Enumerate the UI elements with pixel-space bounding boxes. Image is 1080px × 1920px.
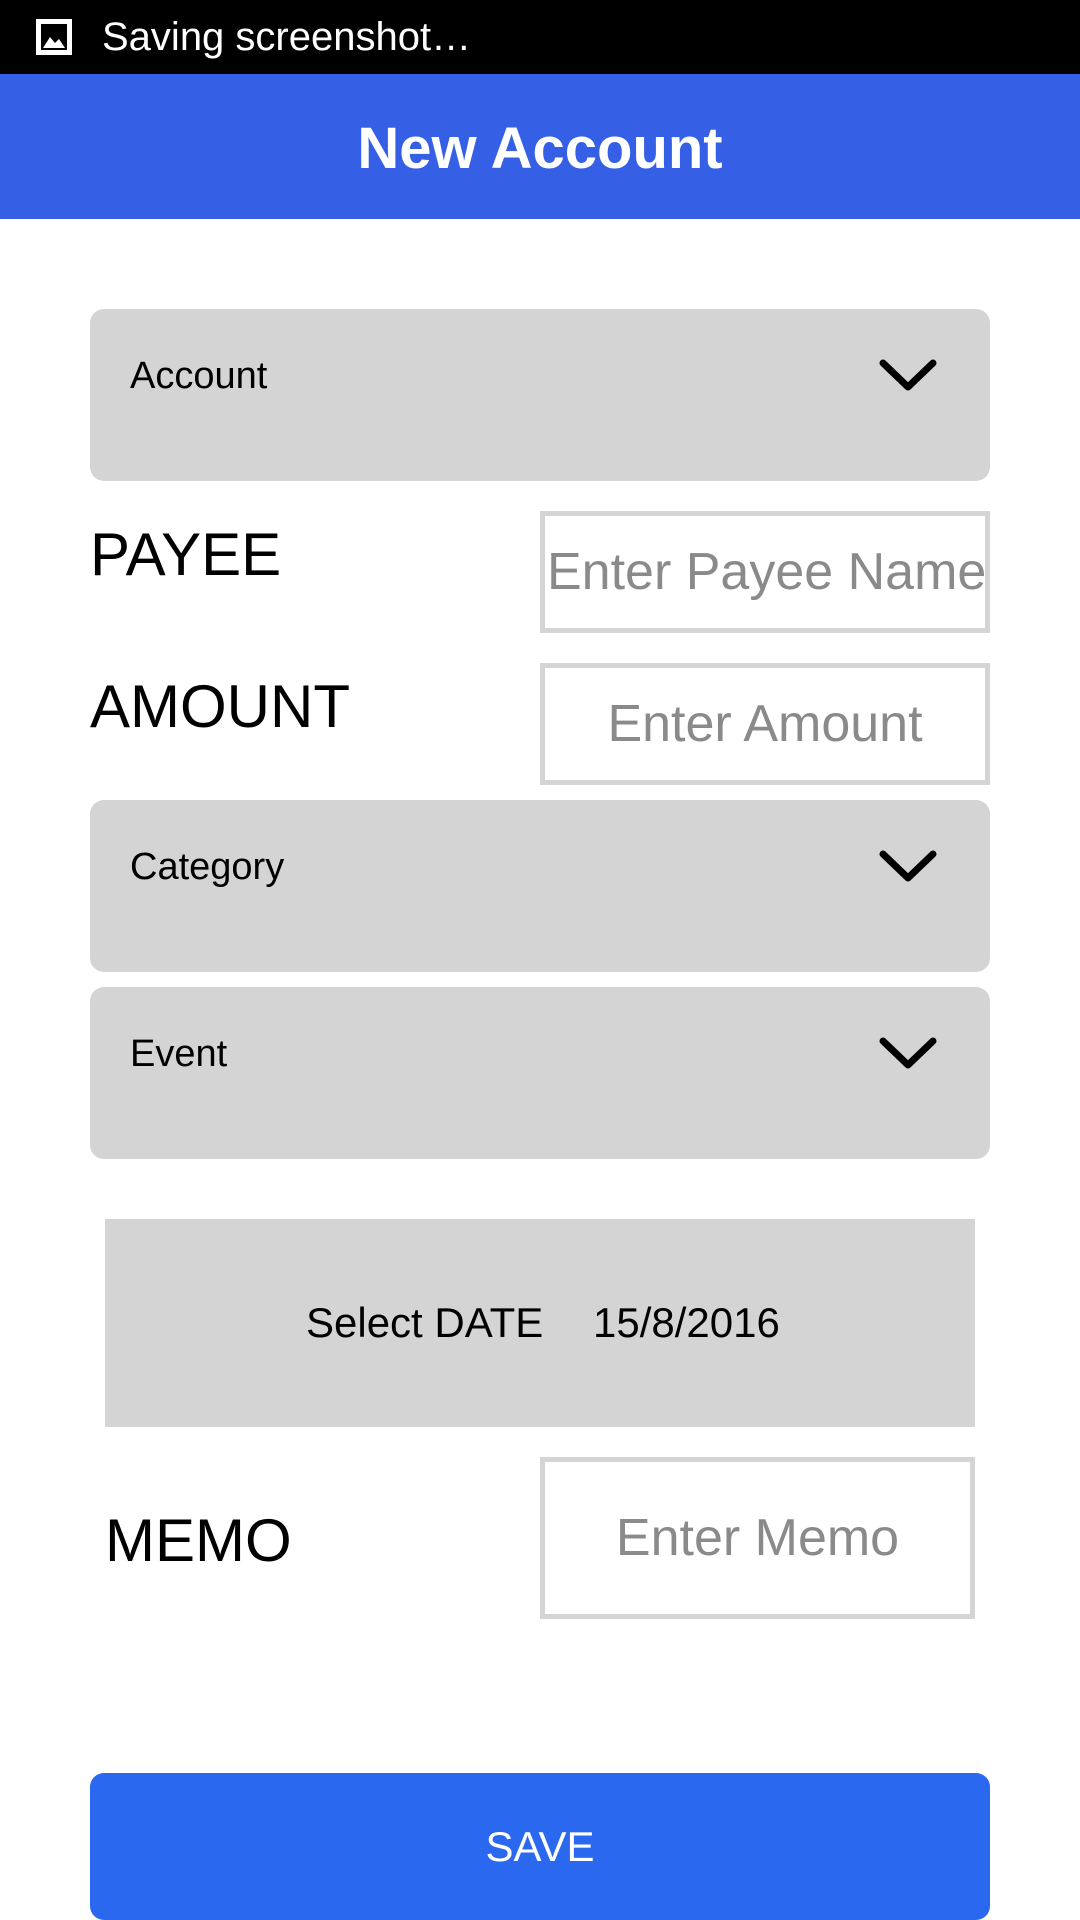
event-dropdown[interactable]: Event bbox=[90, 987, 990, 1159]
payee-input[interactable] bbox=[540, 511, 990, 633]
chevron-down-icon bbox=[878, 355, 938, 395]
page-title: New Account bbox=[357, 116, 723, 181]
memo-label: MEMO bbox=[105, 1507, 292, 1574]
status-notification-text: Saving screenshot… bbox=[102, 15, 472, 59]
select-date-label: Select DATE bbox=[306, 1299, 544, 1346]
save-button[interactable]: SAVE bbox=[90, 1773, 990, 1920]
date-value: 15/8/2016 bbox=[593, 1299, 780, 1346]
chevron-down-icon bbox=[878, 1033, 938, 1073]
image-icon bbox=[34, 17, 74, 57]
chevron-down-icon bbox=[878, 846, 938, 886]
app-bar: New Account bbox=[0, 74, 1080, 219]
memo-input[interactable] bbox=[540, 1457, 975, 1619]
status-bar: Saving screenshot… bbox=[0, 0, 1080, 74]
payee-label: PAYEE bbox=[90, 521, 282, 588]
account-dropdown[interactable]: Account bbox=[90, 309, 990, 481]
amount-label: AMOUNT bbox=[90, 673, 350, 740]
date-picker-button[interactable]: Select DATE 15/8/2016 bbox=[105, 1219, 975, 1427]
account-dropdown-label: Account bbox=[130, 355, 268, 397]
category-dropdown-label: Category bbox=[130, 846, 285, 888]
event-dropdown-label: Event bbox=[130, 1033, 228, 1075]
category-dropdown[interactable]: Category bbox=[90, 800, 990, 972]
amount-input[interactable] bbox=[540, 663, 990, 785]
